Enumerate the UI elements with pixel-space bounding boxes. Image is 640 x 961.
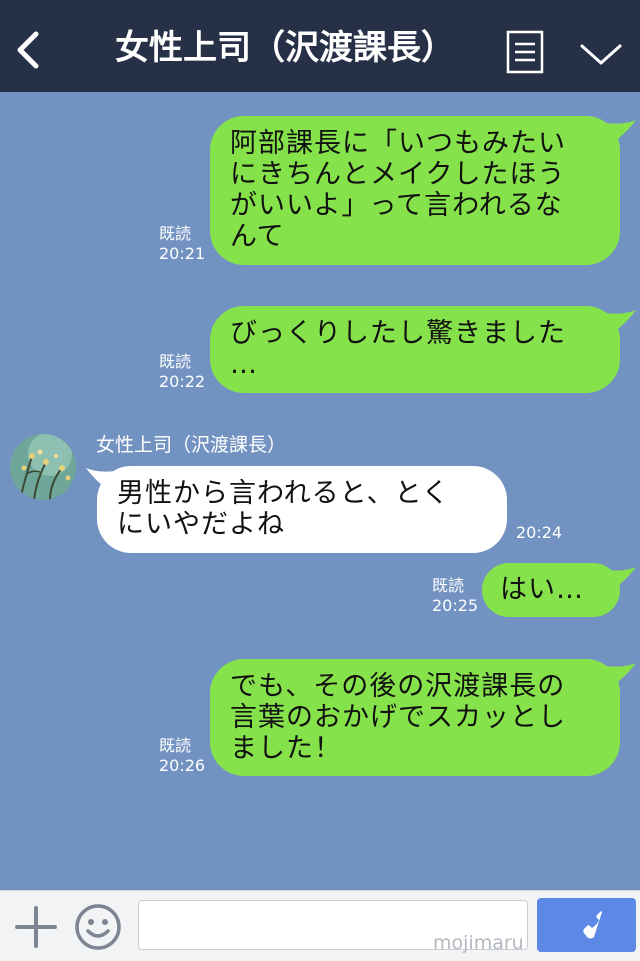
message-time: 20:24 — [516, 523, 563, 542]
bubble-tail — [600, 567, 636, 593]
avatar-image — [10, 434, 76, 500]
message-meta: 既読 20:26 — [159, 736, 205, 776]
avatar[interactable] — [10, 434, 76, 500]
message-input[interactable] — [138, 900, 528, 950]
sender-name: 女性上司（沢渡課長） — [96, 434, 287, 456]
sent-message-bubble[interactable]: でも、その後の沢渡課長の 言葉のおかげでスカッとし ました！ — [210, 659, 620, 776]
chevron-down-icon[interactable] — [578, 36, 624, 70]
message-meta: 既読 20:25 — [432, 576, 478, 616]
bubble-tail — [600, 663, 636, 689]
sent-message-bubble[interactable]: びっくりしたし驚きました … — [210, 306, 620, 393]
chat-title: 女性上司（沢渡課長） — [115, 28, 455, 68]
received-message-bubble[interactable]: 男性から言われると、とく にいやだよね — [97, 466, 507, 553]
chevron-left-icon[interactable] — [6, 26, 50, 70]
message-time: 20:25 — [432, 596, 479, 615]
bubble-tail — [600, 120, 636, 146]
input-bar — [0, 890, 640, 961]
sent-message-bubble[interactable]: 阿部課長に「いつもみたい にきちんとメイクしたほう がいいよ」って言われるな ん… — [210, 116, 620, 265]
read-receipt: 既読 — [159, 224, 192, 243]
smiley-icon[interactable] — [74, 903, 122, 951]
message-meta: 既読 20:21 — [159, 224, 205, 264]
message-time: 20:26 — [159, 756, 206, 775]
read-receipt: 既読 — [159, 352, 192, 371]
bubble-tail — [600, 310, 636, 336]
plus-icon[interactable] — [14, 905, 58, 949]
chat-header: 女性上司（沢渡課長） — [0, 0, 640, 92]
message-time: 20:22 — [159, 372, 206, 391]
phone-icon — [583, 911, 602, 939]
read-receipt: 既読 — [159, 736, 192, 755]
message-meta: 既読 20:22 — [159, 352, 205, 392]
message-time: 20:21 — [159, 244, 206, 263]
note-icon[interactable] — [506, 30, 544, 74]
call-button[interactable] — [537, 898, 636, 952]
read-receipt: 既読 — [432, 576, 465, 595]
